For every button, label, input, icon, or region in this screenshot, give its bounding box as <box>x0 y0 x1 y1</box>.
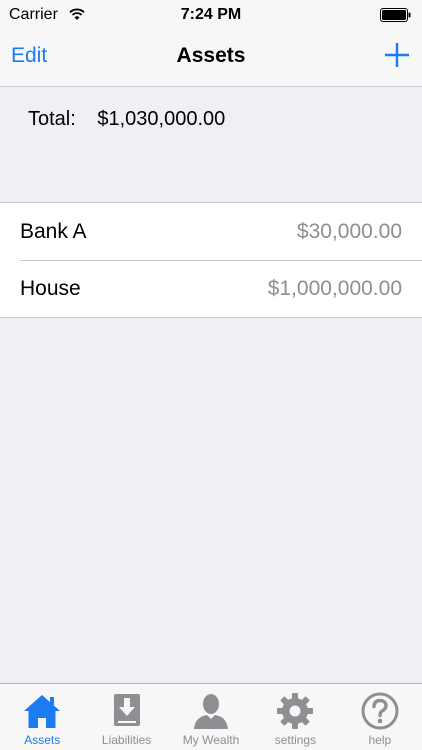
tab-help[interactable]: help <box>338 684 422 750</box>
tab-settings[interactable]: settings <box>253 684 337 750</box>
question-icon <box>361 692 399 730</box>
person-icon <box>194 694 229 729</box>
tab-label: Liabilities <box>101 733 152 747</box>
asset-name: Bank A <box>20 220 87 243</box>
total-label: Total: <box>28 108 76 130</box>
tab-label: help <box>368 733 392 747</box>
tab-label: settings <box>274 733 317 747</box>
asset-value: $1,000,000.00 <box>267 277 402 300</box>
tab-label: My Wealth <box>182 733 240 747</box>
tab-label: Assets <box>24 733 61 747</box>
status-bar: Carrier 7:24 PM <box>0 0 422 30</box>
navigation-bar: Edit Assets <box>0 30 422 87</box>
house-icon <box>24 695 61 728</box>
status-time: 7:24 PM <box>180 6 242 23</box>
gear-icon <box>277 693 314 729</box>
asset-value: $30,000.00 <box>296 220 402 243</box>
total-value: $1,030,000.00 <box>97 108 226 130</box>
plus-icon[interactable] <box>384 42 410 68</box>
page-title: Assets <box>176 44 246 67</box>
assets-list: Bank A $30,000.00 House $1,000,000.00 <box>0 202 422 318</box>
asset-name: House <box>20 277 81 300</box>
tab-my-wealth[interactable]: My Wealth <box>169 684 253 750</box>
edit-button[interactable]: Edit <box>11 44 47 68</box>
list-item[interactable]: House $1,000,000.00 <box>0 260 422 317</box>
download-icon <box>113 694 140 726</box>
tab-bar: Assets Liabilities My Wealth settings he… <box>0 683 422 750</box>
total-summary: Total: $1,030,000.00 <box>28 108 225 131</box>
list-item[interactable]: Bank A $30,000.00 <box>0 203 422 260</box>
battery-icon <box>380 8 411 22</box>
tab-liabilities[interactable]: Liabilities <box>84 684 168 750</box>
tab-assets[interactable]: Assets <box>0 684 84 750</box>
